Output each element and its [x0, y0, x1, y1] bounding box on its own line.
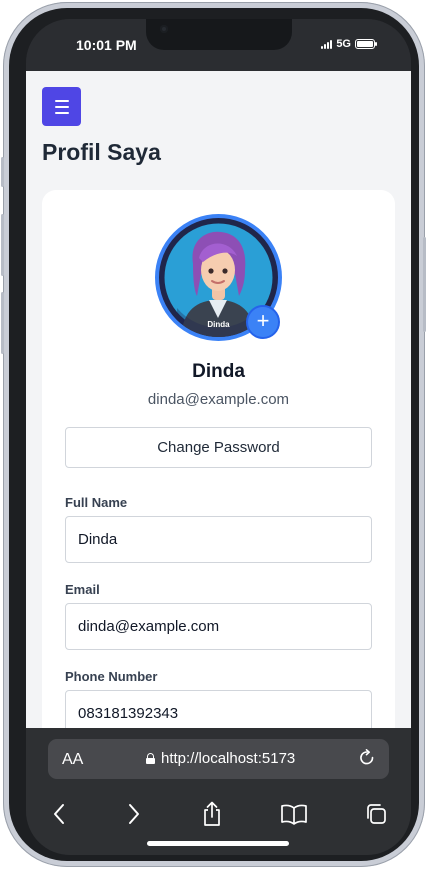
browser-toolbar: [26, 794, 411, 834]
power-button: [423, 237, 426, 332]
address-bar[interactable]: AA http://localhost:5173: [48, 739, 389, 779]
bookmarks-icon[interactable]: [274, 794, 314, 834]
volume-down-button: [1, 292, 4, 354]
status-bar: 10:01 PM 5G: [26, 19, 411, 71]
change-password-button[interactable]: Change Password: [65, 427, 372, 468]
add-photo-button[interactable]: +: [246, 305, 280, 339]
profile-card: Dinda + Dinda dinda@example.com Change P…: [42, 190, 395, 728]
email-input[interactable]: [65, 603, 372, 650]
back-icon[interactable]: [39, 794, 79, 834]
silent-switch: [1, 157, 4, 187]
share-icon[interactable]: [192, 794, 232, 834]
status-time: 10:01 PM: [76, 37, 137, 53]
menu-button[interactable]: [42, 87, 81, 126]
text-size-button[interactable]: AA: [62, 751, 83, 769]
signal-icon: [321, 39, 333, 49]
dynamic-notch: [146, 19, 292, 50]
reload-icon[interactable]: [358, 749, 376, 772]
volume-up-button: [1, 214, 4, 276]
page-title: Profil Saya: [42, 139, 161, 165]
url-text: http://localhost:5173: [161, 750, 296, 767]
email-label: Email: [65, 582, 100, 597]
forward-icon[interactable]: [114, 794, 154, 834]
full-name-input[interactable]: [65, 516, 372, 563]
home-indicator: [147, 841, 289, 846]
phone-screen: 10:01 PM 5G Profil Saya Dinda + Dinda di…: [26, 19, 411, 855]
profile-email: dinda@example.com: [147, 391, 290, 408]
avatar-container: Dinda +: [155, 214, 282, 341]
url-display[interactable]: http://localhost:5173: [146, 750, 295, 767]
profile-page: Profil Saya Dinda + Dinda dinda@example.…: [26, 71, 411, 728]
network-type: 5G: [336, 38, 351, 50]
tabs-icon[interactable]: [356, 794, 396, 834]
full-name-label: Full Name: [65, 495, 128, 510]
battery-icon: [355, 39, 377, 49]
front-camera: [160, 25, 168, 33]
phone-input[interactable]: [65, 690, 372, 728]
plus-icon: +: [256, 308, 270, 333]
phone-label: Phone Number: [65, 669, 158, 684]
phone-device: 10:01 PM 5G Profil Saya Dinda + Dinda di…: [1, 2, 426, 867]
hamburger-menu-icon: [54, 99, 69, 102]
status-indicators: 5G: [321, 38, 377, 50]
lock-icon: [146, 753, 155, 764]
browser-chrome: AA http://localhost:5173: [26, 728, 411, 855]
profile-name: Dinda: [192, 361, 245, 382]
